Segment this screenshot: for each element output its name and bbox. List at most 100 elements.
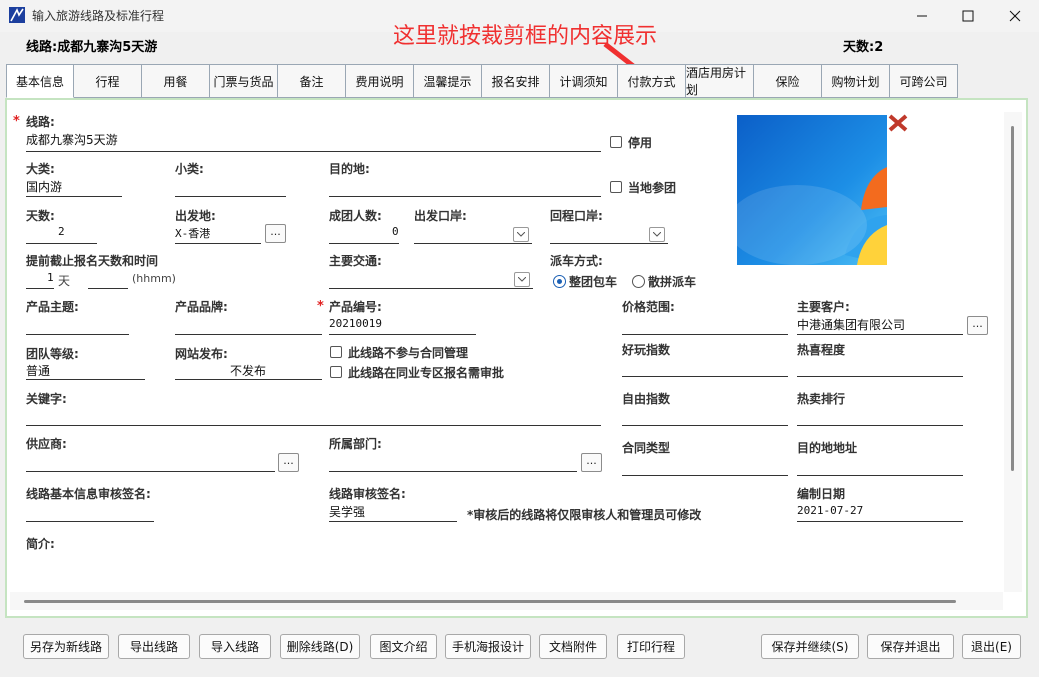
days-underline xyxy=(26,243,97,244)
depart-port-select[interactable] xyxy=(414,243,532,244)
dest-address-input[interactable] xyxy=(797,475,963,476)
maximize-icon[interactable] xyxy=(945,0,991,32)
theme-input[interactable] xyxy=(26,334,129,335)
destination-input[interactable] xyxy=(329,196,601,197)
transport-select[interactable] xyxy=(329,288,533,289)
supplier-input[interactable] xyxy=(26,471,275,472)
group-level-input[interactable]: 普通 xyxy=(26,362,50,379)
no-contract-label: 此线路不参与合同管理 xyxy=(348,346,469,360)
main-client-browse-button[interactable]: ... xyxy=(967,316,988,335)
return-port-select[interactable] xyxy=(550,243,668,244)
save-exit-button[interactable]: 保存并退出 xyxy=(867,634,954,659)
attachments-button[interactable]: 文档附件 xyxy=(539,634,607,659)
tab-basic-info[interactable]: 基本信息 xyxy=(6,64,74,98)
review-note: *审核后的线路将仅限审核人和管理员可修改 xyxy=(467,508,702,522)
print-itinerary-button[interactable]: 打印行程 xyxy=(617,634,685,659)
tab-payment[interactable]: 付款方式 xyxy=(618,64,686,98)
horizontal-scroll-thumb[interactable] xyxy=(24,600,956,603)
required-mark: * xyxy=(317,299,324,314)
deadline-days-input[interactable]: 1 xyxy=(47,271,54,284)
product-code-label: 产品编号: xyxy=(329,300,382,314)
tab-cross-company[interactable]: 可跨公司 xyxy=(890,64,958,98)
deadline-time-hint: (hhmm) xyxy=(132,272,176,285)
popularity-input[interactable] xyxy=(797,376,963,377)
no-contract-checkbox[interactable] xyxy=(330,346,342,358)
deadline-label: 提前截止报名天数和时间 xyxy=(26,254,159,268)
compile-date-underline xyxy=(797,521,963,522)
local-join-checkbox[interactable] xyxy=(610,181,622,193)
vertical-scroll-thumb[interactable] xyxy=(1011,126,1014,471)
peer-review-checkbox[interactable] xyxy=(330,366,342,378)
route-photo[interactable] xyxy=(737,115,887,265)
save-as-new-button[interactable]: 另存为新线路 xyxy=(23,634,109,659)
deadline-time-input[interactable] xyxy=(88,288,128,289)
keywords-input[interactable] xyxy=(26,425,601,426)
departure-browse-button[interactable]: ... xyxy=(265,224,286,243)
main-client-input[interactable]: 中港通集团有限公司 xyxy=(797,316,905,333)
days-input[interactable]: 2 xyxy=(58,225,65,238)
graphic-intro-button[interactable]: 图文介绍 xyxy=(370,634,437,659)
fun-index-input[interactable] xyxy=(622,376,788,377)
department-input[interactable] xyxy=(329,471,577,472)
fun-index-label: 好玩指数 xyxy=(622,343,671,357)
close-window-icon[interactable] xyxy=(992,0,1038,32)
tab-shopping[interactable]: 购物计划 xyxy=(822,64,890,98)
price-range-input[interactable] xyxy=(622,334,788,335)
delete-route-button[interactable]: 删除线路(D) xyxy=(280,634,360,659)
app-icon xyxy=(9,7,25,23)
minor-category-input[interactable] xyxy=(175,196,286,197)
contract-type-input[interactable] xyxy=(622,475,788,476)
return-port-dropdown[interactable] xyxy=(649,227,665,242)
tab-tips[interactable]: 温馨提示 xyxy=(414,64,482,98)
dispatch-shared-radio[interactable] xyxy=(632,275,645,288)
freedom-index-input[interactable] xyxy=(622,425,788,426)
tab-operator-notes[interactable]: 计调须知 xyxy=(550,64,618,98)
product-code-input[interactable]: 20210019 xyxy=(329,317,382,330)
disabled-checkbox[interactable] xyxy=(610,136,622,148)
group-level-label: 团队等级: xyxy=(26,347,79,361)
supplier-browse-button[interactable]: ... xyxy=(278,453,299,472)
tab-insurance[interactable]: 保险 xyxy=(754,64,822,98)
departure-input[interactable]: X-香港 xyxy=(175,225,210,241)
remove-photo-icon[interactable] xyxy=(887,113,909,136)
major-category-input[interactable]: 国内游 xyxy=(26,178,62,195)
tab-remarks[interactable]: 备注 xyxy=(278,64,346,98)
tab-meals[interactable]: 用餐 xyxy=(142,64,210,98)
keywords-label: 关键字: xyxy=(26,392,67,406)
compile-date-input[interactable]: 2021-07-27 xyxy=(797,504,863,517)
export-route-button[interactable]: 导出线路 xyxy=(118,634,190,659)
tab-registration[interactable]: 报名安排 xyxy=(482,64,550,98)
basic-review-input[interactable] xyxy=(26,521,154,522)
tab-fee-description[interactable]: 费用说明 xyxy=(346,64,414,98)
theme-label: 产品主题: xyxy=(26,300,79,314)
hot-rank-input[interactable] xyxy=(797,425,963,426)
department-browse-button[interactable]: ... xyxy=(581,453,602,472)
min-group-label: 成团人数: xyxy=(329,209,382,223)
save-continue-button[interactable]: 保存并继续(S) xyxy=(761,634,859,659)
import-route-button[interactable]: 导入线路 xyxy=(199,634,271,659)
web-publish-input[interactable]: 不发布 xyxy=(230,362,266,379)
hot-rank-label: 热卖排行 xyxy=(797,392,846,406)
transport-dropdown[interactable] xyxy=(514,272,530,287)
price-range-label: 价格范围: xyxy=(622,300,675,314)
contract-type-label: 合同类型 xyxy=(622,441,671,455)
popularity-label: 热喜程度 xyxy=(797,343,846,357)
intro-label: 简介: xyxy=(26,537,55,551)
route-input[interactable]: 成都九寨沟5天游 xyxy=(26,131,118,148)
tab-hotel-plan[interactable]: 酒店用房计划 xyxy=(686,64,754,98)
required-mark: * xyxy=(13,114,20,129)
tab-tickets[interactable]: 门票与货品 xyxy=(210,64,278,98)
route-review-input[interactable]: 吴学强 xyxy=(329,503,365,520)
chevron-down-icon xyxy=(518,277,526,282)
minimize-icon[interactable] xyxy=(899,0,945,32)
tab-itinerary[interactable]: 行程 xyxy=(74,64,142,98)
mobile-poster-button[interactable]: 手机海报设计 xyxy=(445,634,531,659)
min-group-input[interactable]: 0 xyxy=(392,225,399,238)
brand-input[interactable] xyxy=(175,334,322,335)
dispatch-charter-radio[interactable] xyxy=(553,275,566,288)
depart-port-dropdown[interactable] xyxy=(513,227,529,242)
departure-underline xyxy=(175,243,261,244)
route-summary: 线路:成都九寨沟5天游 xyxy=(26,40,158,55)
exit-button[interactable]: 退出(E) xyxy=(962,634,1021,659)
window-title: 输入旅游线路及标准行程 xyxy=(32,9,165,23)
